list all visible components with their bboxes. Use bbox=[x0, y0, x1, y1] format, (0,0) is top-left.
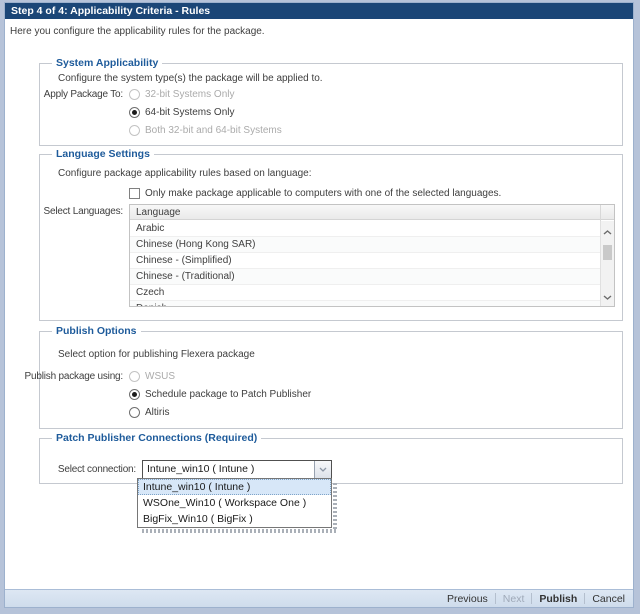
radio-32bit-systems-only bbox=[129, 89, 140, 100]
radio-option-altiris[interactable]: Altiris bbox=[129, 405, 169, 419]
previous-button[interactable]: Previous bbox=[447, 593, 488, 605]
language-row-arabic[interactable]: Arabic bbox=[130, 221, 600, 237]
only-selected-languages-checkbox[interactable] bbox=[129, 188, 140, 199]
dropdown-item-intune[interactable]: Intune_win10 ( Intune ) bbox=[138, 479, 331, 495]
select-connection-label: Select connection: bbox=[40, 464, 136, 475]
language-list-rows: Arabic Chinese (Hong Kong SAR) Chinese -… bbox=[130, 221, 600, 306]
radio-option-64bit[interactable]: 64-bit Systems Only bbox=[129, 105, 234, 119]
radio-option-wsus: WSUS bbox=[129, 369, 175, 383]
radio-32bit-label: 32-bit Systems Only bbox=[145, 89, 234, 100]
language-list: Language Arabic Chinese (Hong Kong SAR) … bbox=[129, 204, 615, 307]
group-legend-connections: Patch Publisher Connections (Required) bbox=[52, 432, 261, 445]
chevron-down-icon bbox=[319, 467, 327, 472]
radio-wsus bbox=[129, 371, 140, 382]
radio-both-label: Both 32-bit and 64-bit Systems bbox=[145, 125, 282, 136]
group-system-applicability: System Applicability Configure the syste… bbox=[39, 63, 623, 146]
radio-64bit-systems-only[interactable] bbox=[129, 107, 140, 118]
radio-wsus-label: WSUS bbox=[145, 371, 175, 382]
combo-dropdown-button[interactable] bbox=[314, 461, 331, 478]
connection-selected-value: Intune_win10 ( Intune ) bbox=[143, 461, 314, 478]
group-legend-language: Language Settings bbox=[52, 148, 154, 161]
separator bbox=[531, 593, 532, 604]
select-languages-label: Select Languages: bbox=[40, 206, 123, 217]
publish-button[interactable]: Publish bbox=[539, 593, 577, 605]
language-list-scrollbar[interactable] bbox=[600, 221, 614, 306]
desktop-frame: { "colors": { "titlebar": "#1b4677", "le… bbox=[0, 0, 640, 614]
radio-altiris-label: Altiris bbox=[145, 407, 169, 418]
radio-option-both: Both 32-bit and 64-bit Systems bbox=[129, 123, 282, 137]
separator bbox=[495, 593, 496, 604]
intro-text: Here you configure the applicability rul… bbox=[10, 26, 265, 37]
language-row-chinese-traditional[interactable]: Chinese - (Traditional) bbox=[130, 269, 600, 285]
connection-dropdown: Intune_win10 ( Intune ) WSOne_Win10 ( Wo… bbox=[137, 478, 332, 528]
scroll-down-icon[interactable] bbox=[601, 292, 614, 302]
language-row-danish[interactable]: Danish bbox=[130, 301, 600, 307]
dropdown-item-wsone[interactable]: WSOne_Win10 ( Workspace One ) bbox=[138, 495, 331, 511]
group-legend-system: System Applicability bbox=[52, 57, 162, 70]
footer-button-bar: Previous Next Publish Cancel bbox=[5, 589, 633, 607]
language-row-chinese-simplified[interactable]: Chinese - (Simplified) bbox=[130, 253, 600, 269]
scrollbar-thumb[interactable] bbox=[603, 245, 612, 260]
radio-option-32bit: 32-bit Systems Only bbox=[129, 87, 234, 101]
language-checkbox-row: Only make package applicable to computer… bbox=[129, 186, 501, 200]
group-legend-publish: Publish Options bbox=[52, 325, 141, 338]
next-button: Next bbox=[503, 593, 525, 605]
only-selected-languages-label: Only make package applicable to computer… bbox=[145, 188, 501, 199]
publish-description: Select option for publishing Flexera pac… bbox=[58, 349, 255, 360]
radio-both-systems bbox=[129, 125, 140, 136]
radio-64bit-label: 64-bit Systems Only bbox=[145, 107, 234, 118]
dropdown-shadow-right bbox=[333, 483, 337, 529]
radio-altiris[interactable] bbox=[129, 407, 140, 418]
group-publish-options: Publish Options Select option for publis… bbox=[39, 331, 623, 429]
publish-package-using-label: Publish package using: bbox=[40, 371, 123, 382]
title-bar: Step 4 of 4: Applicability Criteria - Ru… bbox=[5, 3, 633, 19]
scroll-up-icon[interactable] bbox=[601, 227, 614, 237]
group-language-settings: Language Settings Configure package appl… bbox=[39, 154, 623, 321]
cancel-button[interactable]: Cancel bbox=[592, 593, 625, 605]
dropdown-item-bigfix[interactable]: BigFix_Win10 ( BigFix ) bbox=[138, 511, 331, 527]
apply-package-to-label: Apply Package To: bbox=[40, 89, 123, 100]
radio-schedule-label: Schedule package to Patch Publisher bbox=[145, 389, 311, 400]
language-row-chinese-hk[interactable]: Chinese (Hong Kong SAR) bbox=[130, 237, 600, 253]
separator bbox=[584, 593, 585, 604]
wizard-dialog: Step 4 of 4: Applicability Criteria - Ru… bbox=[4, 2, 634, 608]
language-description: Configure package applicability rules ba… bbox=[58, 168, 312, 179]
dropdown-shadow-bottom bbox=[142, 529, 337, 533]
radio-schedule-patch-publisher[interactable] bbox=[129, 389, 140, 400]
radio-option-patch-publisher[interactable]: Schedule package to Patch Publisher bbox=[129, 387, 311, 401]
language-column-header: Language bbox=[130, 205, 614, 220]
language-row-czech[interactable]: Czech bbox=[130, 285, 600, 301]
system-description: Configure the system type(s) the package… bbox=[58, 73, 323, 84]
connection-select[interactable]: Intune_win10 ( Intune ) bbox=[142, 460, 332, 479]
